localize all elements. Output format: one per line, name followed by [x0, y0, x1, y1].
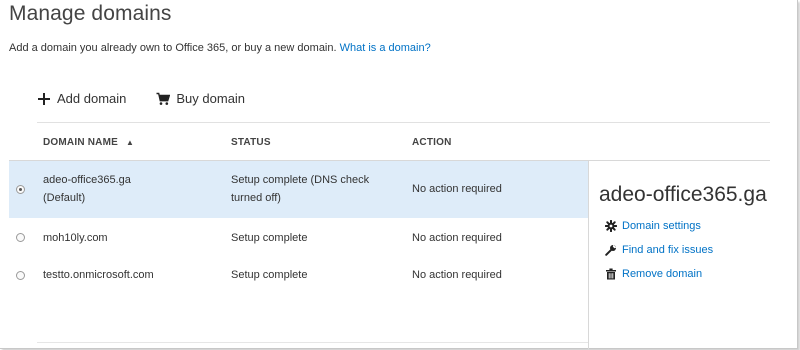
remove-domain-label: Remove domain [622, 268, 703, 280]
wrench-icon [605, 244, 617, 256]
intro-text-block: Add a domain you already own to Office 3… [9, 42, 431, 54]
plus-icon [37, 92, 51, 106]
status-cell: Setup complete [231, 269, 308, 281]
status-cell: Setup complete [231, 232, 308, 244]
domain-name: moh10ly.com [43, 232, 108, 244]
action-cell: No action required [412, 232, 502, 244]
sort-ascending-icon: ▲ [125, 138, 135, 147]
find-and-fix-issues-label: Find and fix issues [622, 244, 714, 256]
table-row-moh10ly[interactable]: moh10ly.com Setup complete No action req… [9, 219, 588, 256]
what-is-a-domain-link[interactable]: What is a domain? [340, 42, 431, 54]
domain-name: testto.onmicrosoft.com [43, 269, 154, 281]
status-line-2: turned off) [231, 192, 281, 204]
toolbar: Add domain Buy domain [37, 91, 245, 106]
details-panel-title: adeo-office365.ga [599, 183, 767, 206]
buy-domain-label: Buy domain [176, 91, 246, 106]
column-header-action: ACTION [412, 137, 452, 148]
status-line-1: Setup complete (DNS check [231, 174, 370, 186]
column-header-domain-name[interactable]: DOMAIN NAME ▲ [43, 137, 134, 148]
domain-name: adeo-office365.ga [43, 174, 131, 186]
action-cell: No action required [412, 183, 502, 195]
gear-icon [605, 220, 617, 232]
remove-domain-link[interactable]: Remove domain [605, 268, 702, 280]
status-cell: Setup complete (DNS check turned off) [231, 171, 369, 207]
buy-domain-button[interactable]: Buy domain [156, 91, 245, 106]
row-select-radio[interactable] [16, 233, 25, 242]
trash-icon [605, 268, 617, 280]
default-label: (Default) [43, 192, 86, 204]
row-select-radio[interactable] [16, 271, 25, 280]
domain-settings-link[interactable]: Domain settings [605, 220, 701, 232]
add-domain-label: Add domain [57, 91, 127, 106]
column-header-domain-name-label: DOMAIN NAME [43, 137, 118, 148]
domain-settings-label: Domain settings [622, 220, 701, 232]
domain-name-cell: adeo-office365.ga (Default) [43, 171, 131, 207]
table-bottom-border [37, 342, 588, 343]
find-and-fix-issues-link[interactable]: Find and fix issues [605, 244, 713, 256]
column-header-status: STATUS [231, 137, 271, 148]
details-panel-divider [588, 161, 589, 350]
table-row-testto[interactable]: testto.onmicrosoft.com Setup complete No… [9, 257, 588, 294]
header-divider-top [37, 122, 770, 123]
intro-text: Add a domain you already own to Office 3… [9, 42, 337, 54]
action-cell: No action required [412, 269, 502, 281]
add-domain-button[interactable]: Add domain [37, 91, 126, 106]
row-select-radio[interactable] [16, 185, 25, 194]
page-title: Manage domains [9, 2, 172, 25]
table-row-adeo-office365[interactable]: adeo-office365.ga (Default) Setup comple… [9, 161, 588, 218]
cart-icon [156, 92, 171, 106]
